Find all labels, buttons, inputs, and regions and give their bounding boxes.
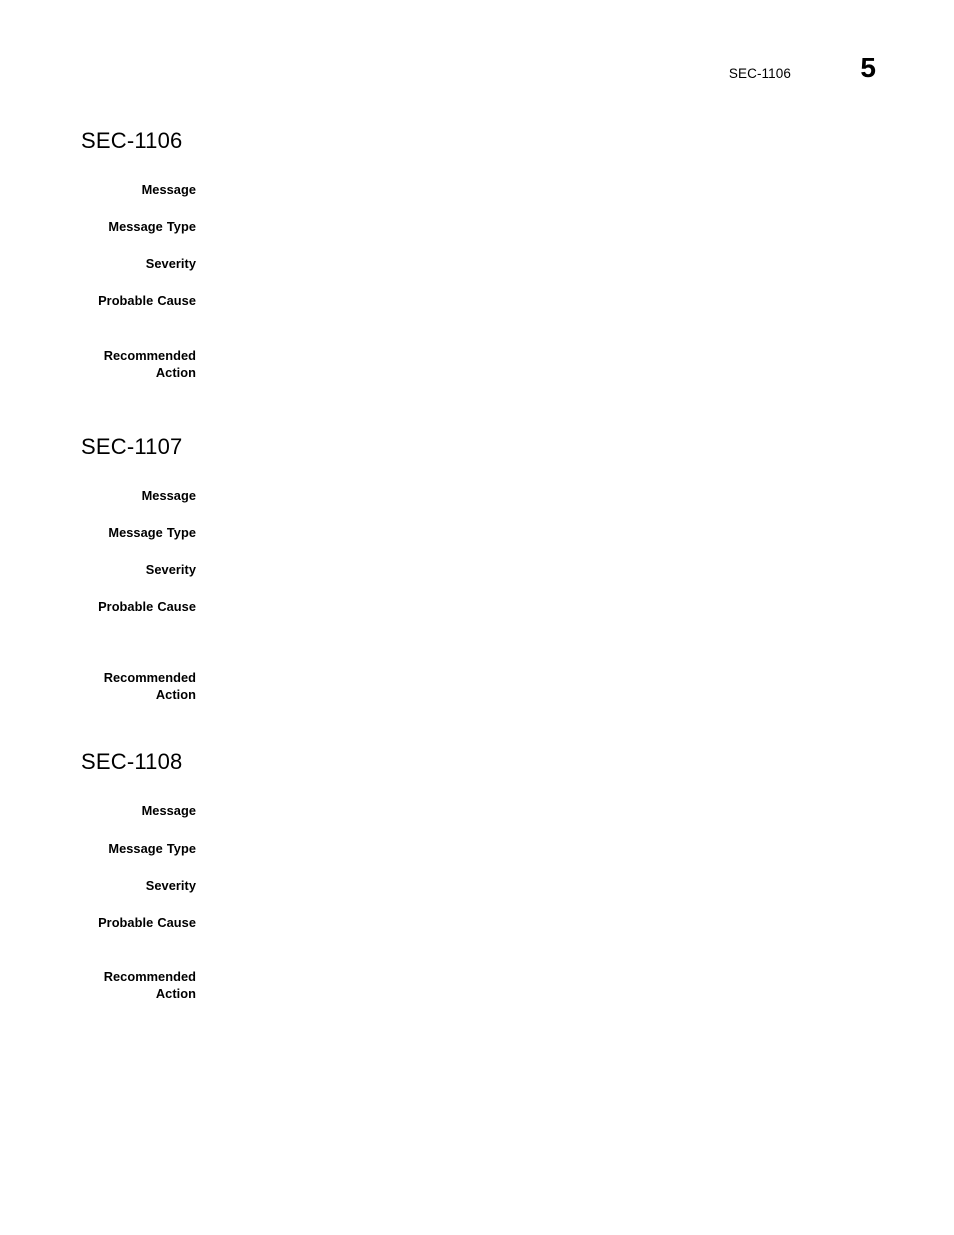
field-label: Severity	[145, 878, 196, 893]
field-list: Message Message Type Severity Probable C…	[81, 181, 881, 381]
field-row: Severity	[81, 255, 881, 272]
field-label: Recommended Action	[103, 969, 196, 1001]
field-value	[196, 487, 881, 488]
page-content: SEC-1106 Message Message Type Severity P…	[81, 128, 881, 1002]
field-label: Severity	[145, 562, 196, 577]
field-value	[196, 914, 881, 915]
field-list: Message Message Type Severity Probable C…	[81, 487, 881, 703]
field-label: Severity	[145, 256, 196, 271]
field-label: Message	[141, 182, 196, 197]
field-row: Recommended Action	[81, 968, 881, 1002]
field-label: Message	[141, 488, 196, 503]
field-row: Probable Cause	[81, 292, 881, 309]
field-row: Message	[81, 487, 881, 504]
field-label: Probable Cause	[98, 293, 196, 308]
field-label: Probable Cause	[98, 599, 196, 614]
field-row: Message Type	[81, 218, 881, 235]
field-label: Recommended Action	[103, 670, 196, 702]
section-heading: SEC-1106	[81, 128, 183, 153]
field-row: Message Type	[81, 524, 881, 541]
field-row: Severity	[81, 877, 881, 894]
field-value	[196, 598, 881, 599]
field-value	[196, 968, 881, 969]
field-value	[196, 218, 881, 219]
field-row: Recommended Action	[81, 669, 881, 703]
field-value	[196, 802, 881, 803]
field-list: Message Message Type Severity Probable C…	[81, 802, 881, 1002]
section-heading: SEC-1108	[81, 749, 183, 774]
field-row: Recommended Action	[81, 347, 881, 381]
field-value	[196, 877, 881, 878]
field-row: Probable Cause	[81, 914, 881, 931]
page-number: 5	[860, 52, 876, 83]
field-label: Probable Cause	[98, 915, 196, 930]
field-label: Message Type	[108, 219, 196, 234]
field-label: Message	[141, 803, 196, 818]
message-section: SEC-1107 Message Message Type Severity P…	[81, 434, 881, 703]
field-label: Recommended Action	[103, 348, 196, 380]
field-label: Message Type	[108, 525, 196, 540]
message-section: SEC-1108 Message Message Type Severity P…	[81, 749, 881, 1002]
field-value	[196, 292, 881, 293]
field-value	[196, 840, 881, 841]
field-value	[196, 561, 881, 562]
field-value	[196, 181, 881, 182]
section-heading: SEC-1107	[81, 434, 183, 459]
message-section: SEC-1106 Message Message Type Severity P…	[81, 128, 881, 381]
field-row: Message Type	[81, 840, 881, 857]
header-running-title: SEC-1106	[728, 66, 791, 81]
field-row: Probable Cause	[81, 598, 881, 615]
field-row: Message	[81, 181, 881, 198]
field-value	[196, 255, 881, 256]
field-value	[196, 669, 881, 670]
field-row: Message	[81, 802, 881, 819]
page-header: SEC-1106 5	[0, 54, 954, 102]
field-label: Message Type	[108, 841, 196, 856]
document-page: SEC-1106 5 SEC-1106 Message Message Type…	[0, 0, 954, 1235]
field-value	[196, 524, 881, 525]
field-row: Severity	[81, 561, 881, 578]
field-value	[196, 347, 881, 348]
